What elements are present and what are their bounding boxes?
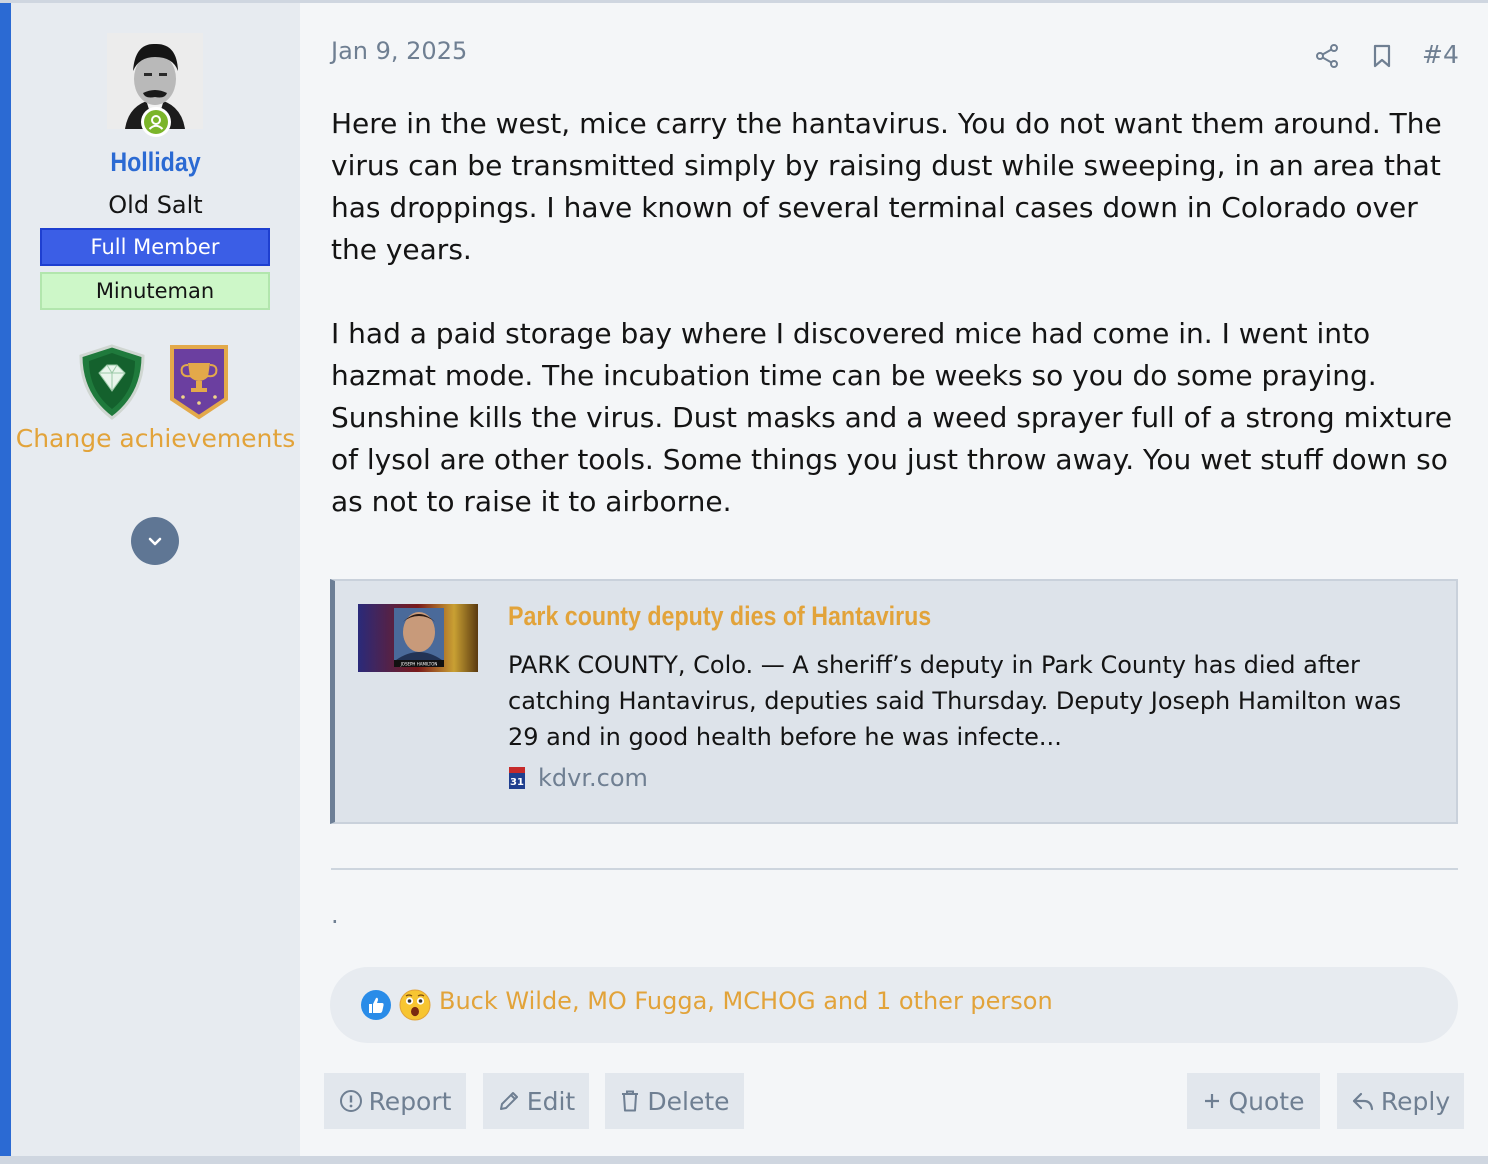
quote-label: Quote — [1228, 1086, 1305, 1116]
fox31-favicon-icon: 31 — [508, 766, 526, 790]
full-member-banner: Full Member — [40, 228, 270, 266]
page-bottom-border — [0, 1156, 1488, 1164]
pencil-icon — [499, 1092, 518, 1110]
signature-text: . — [331, 901, 339, 929]
thumb-caption: JOSEPH HAMILTON — [400, 662, 438, 667]
expand-user-info-button[interactable] — [131, 517, 179, 565]
post-container: Holliday Old Salt Full Member Minuteman … — [0, 3, 1488, 1156]
diamond-shield-icon[interactable] — [77, 343, 147, 421]
report-label: Report — [368, 1086, 452, 1116]
minuteman-banner: Minuteman — [40, 272, 270, 310]
quote-button[interactable]: Quote — [1187, 1073, 1320, 1129]
delete-button[interactable]: Delete — [605, 1073, 744, 1129]
link-embed-card[interactable]: JOSEPH HAMILTON Park county deputy dies … — [330, 579, 1458, 824]
user-title: Old Salt — [108, 191, 203, 219]
report-button[interactable]: Report — [324, 1073, 466, 1129]
change-achievements-link[interactable]: Change achievements — [11, 421, 300, 457]
reactions-bar[interactable]: Buck Wilde, MO Fugga, MCHOG and 1 other … — [330, 967, 1458, 1043]
like-icon[interactable] — [360, 989, 392, 1021]
share-icon[interactable] — [1314, 43, 1340, 69]
wow-icon[interactable] — [399, 989, 431, 1021]
username-link[interactable]: Holliday — [31, 147, 280, 178]
favicon-text: 31 — [510, 777, 524, 788]
edit-label: Edit — [526, 1086, 576, 1116]
embed-source-link[interactable]: 31 kdvr.com — [508, 764, 648, 792]
plus-icon — [1205, 1094, 1220, 1108]
signature-divider — [331, 868, 1458, 870]
bookmark-icon[interactable] — [1370, 43, 1394, 69]
post-paragraph: Here in the west, mice carry the hantavi… — [331, 107, 1442, 266]
user-info-column: Holliday Old Salt Full Member Minuteman … — [11, 3, 300, 1156]
post-number-link[interactable]: #4 — [1422, 40, 1459, 69]
reply-label: Reply — [1380, 1086, 1451, 1116]
delete-label: Delete — [647, 1086, 730, 1116]
reply-button[interactable]: Reply — [1337, 1073, 1464, 1129]
post-paragraph: I had a paid storage bay where I discove… — [331, 317, 1453, 518]
post-body: Here in the west, mice carry the hantavi… — [331, 103, 1466, 523]
edit-button[interactable]: Edit — [483, 1073, 589, 1129]
embed-title-link[interactable]: Park county deputy dies of Hantavirus — [508, 601, 931, 632]
trash-icon — [622, 1090, 639, 1112]
reaction-users-link[interactable]: Buck Wilde, MO Fugga, MCHOG and 1 other … — [439, 987, 1053, 1015]
post-accent-bar — [0, 3, 11, 1156]
chevron-down-icon — [148, 537, 162, 546]
alert-circle-icon — [339, 1090, 362, 1112]
embed-source-text[interactable]: kdvr.com — [538, 764, 648, 792]
trophy-shield-icon[interactable] — [168, 343, 230, 421]
embed-thumbnail[interactable]: JOSEPH HAMILTON — [358, 604, 478, 672]
embed-description: PARK COUNTY, Colo. — A sheriff’s deputy … — [508, 651, 1402, 751]
post-date[interactable]: Jan 9, 2025 — [331, 37, 467, 65]
online-status-icon — [141, 107, 171, 137]
reply-arrow-icon — [1352, 1092, 1373, 1111]
